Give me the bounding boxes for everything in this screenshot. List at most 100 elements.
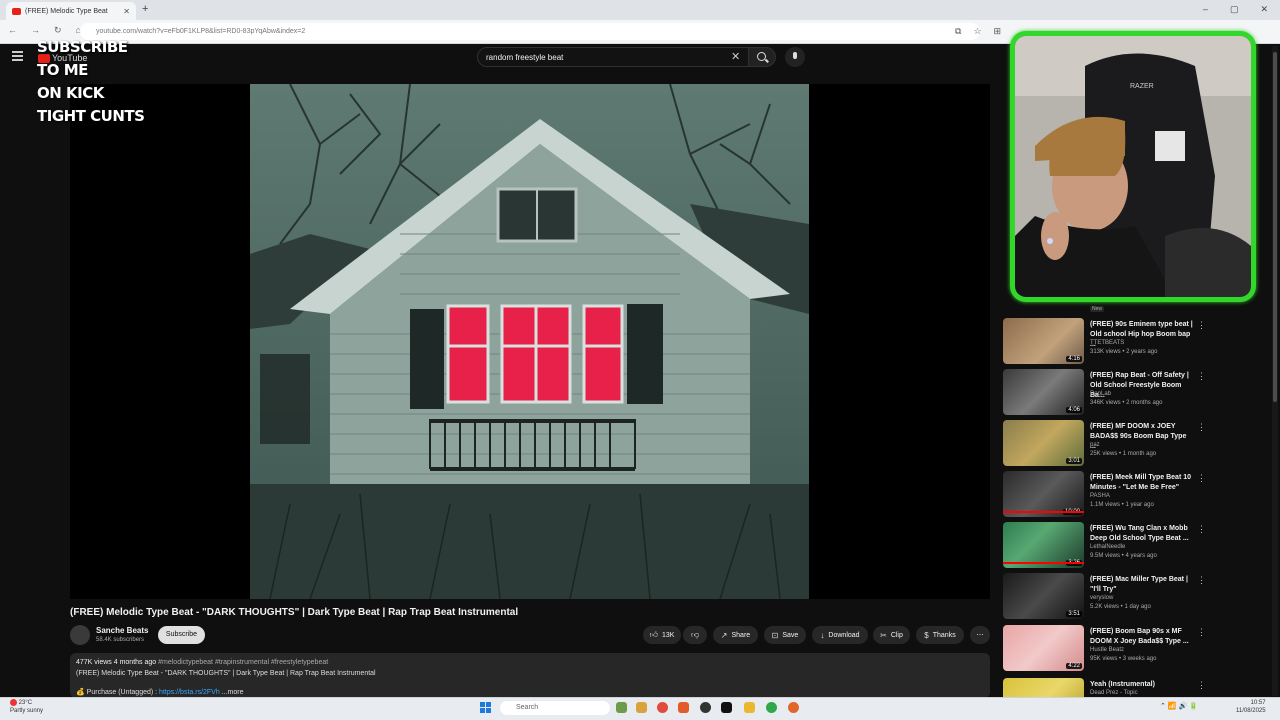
more-options-icon[interactable]: ⋮ [1197,371,1206,382]
recommended-video[interactable]: 4:16 (FREE) 90s Eminem type beat | Old s… [1003,318,1206,368]
video-frame[interactable] [250,84,809,599]
video-thumbnail[interactable]: 4:16 [1003,318,1084,364]
install-app-icon[interactable]: ⧉ [955,26,961,37]
channel-name[interactable]: LethalNeedle [1090,544,1125,550]
video-title[interactable]: (FREE) Meek Mill Type Beat 10 Minutes - … [1090,473,1194,493]
search-input[interactable]: random freestyle beat [477,47,749,67]
back-icon[interactable]: ← [8,25,17,36]
video-thumbnail[interactable]: 3:01 [1003,420,1084,466]
more-options-icon[interactable]: ⋮ [1197,680,1203,691]
thumbs-down-icon: 👎︎ [690,630,700,639]
recommended-video[interactable]: 3:01 (FREE) MF DOOM x JOEY BADA$$ 90s Bo… [1003,420,1206,470]
maximize-button[interactable]: ▢ [1230,4,1239,15]
overlay-line: TO ME [37,61,88,79]
start-button[interactable] [480,702,491,713]
folder-icon[interactable] [744,702,755,713]
video-thumbnail[interactable]: 4:22 [1003,625,1084,671]
file-explorer-icon[interactable] [636,702,647,713]
video-title[interactable]: (FREE) Boom Bap 90s x MF DOOM X Joey Bad… [1090,627,1194,647]
more-options-icon[interactable]: ⋮ [1197,524,1206,535]
voice-search-button[interactable] [785,47,805,67]
more-options-icon[interactable]: ⋮ [1197,627,1206,638]
channel-name[interactable]: Dead Prez - Topic [1090,690,1138,696]
hashtags[interactable]: #melodictypebeat #trapinstrumental #free… [158,659,328,666]
channel-name[interactable]: paz [1090,442,1100,448]
recommended-video[interactable]: Yeah (Instrumental) Dead Prez - Topic ⋮ [1003,678,1203,697]
minimize-button[interactable]: – [1203,4,1208,15]
thanks-button[interactable]: $ Thanks [916,626,964,644]
video-thumbnail[interactable]: 10:00 [1003,471,1084,517]
dislike-button[interactable]: 👎︎ [683,626,707,644]
video-duration: 4:06 [1066,407,1082,413]
subscribe-button[interactable]: Subscribe [158,626,205,644]
recommended-video[interactable]: 4:06 (FREE) Rap Beat - Off Safety | Old … [1003,369,1206,419]
clock[interactable]: 10:57 11/08/2025 [1236,699,1266,715]
reload-icon[interactable]: ↻ [54,25,62,36]
more-options-icon[interactable]: ⋮ [1197,473,1206,484]
scrollbar-thumb[interactable] [1273,52,1277,402]
more-actions-button[interactable]: ⋯ [970,626,990,644]
download-button[interactable]: ↓ Download [812,626,868,644]
more-options-icon[interactable]: ⋮ [1197,320,1206,331]
spotify-icon[interactable] [766,702,777,713]
recommended-video[interactable]: 3:51 (FREE) Mac Miller Type Beat | "I'll… [1003,573,1206,623]
date: 11/08/2025 [1236,708,1266,714]
subscriber-count: 58.4K subscribers [96,637,145,643]
weather-widget[interactable]: 23°C Partly sunny [10,699,43,715]
video-meta: 313K views • 2 years ago [1090,349,1158,355]
bookmark-star-icon[interactable]: ☆ [973,26,981,37]
recommended-video[interactable]: 4:22 (FREE) Boom Bap 90s x MF DOOM X Joe… [1003,625,1206,675]
video-title[interactable]: (FREE) Mac Miller Type Beat | "I'll Try" [1090,575,1194,595]
purchase-link[interactable]: https://bsta.rs/2FVh [159,689,220,696]
taskbar-app-icon[interactable] [616,702,627,713]
channel-name[interactable]: veryslow [1090,595,1113,601]
video-thumbnail[interactable]: 4:06 [1003,369,1084,415]
thanks-icon: $ [924,630,929,640]
video-thumbnail[interactable]: 3:51 [1003,573,1084,619]
recommended-video[interactable]: 3:26 (FREE) Wu Tang Clan x Mobb Deep Old… [1003,522,1206,572]
like-button[interactable]: 👍︎ 13K [643,626,681,644]
video-thumbnail[interactable] [1003,678,1084,697]
house-night-image [250,84,809,599]
brave-icon[interactable] [678,702,689,713]
channel-name[interactable]: TTETBEATS [1090,340,1124,346]
taskbar-search-input[interactable]: Search [500,701,610,715]
app-icon[interactable] [700,702,711,713]
channel-name[interactable]: RapLab [1090,391,1111,397]
clear-search-icon[interactable]: ✕ [731,50,740,63]
video-meta: 25K views • 1 month ago [1090,451,1157,457]
thanks-label: Thanks [932,631,956,639]
url-input[interactable]: youtube.com/watch?v=eFb0F1KLP8&list=RD0-… [80,23,980,40]
chrome-icon[interactable] [657,702,668,713]
forward-icon[interactable]: → [31,25,40,36]
extensions-icon[interactable]: ⊞ [994,26,1002,37]
save-button[interactable]: ⊡ Save [764,626,806,644]
more-options-icon[interactable]: ⋮ [1197,575,1206,586]
recommended-video[interactable]: 10:00 (FREE) Meek Mill Type Beat 10 Minu… [1003,471,1206,521]
system-tray[interactable]: ⌃ 📶 🔊 🔋 [1160,702,1198,710]
more-options-icon[interactable]: ⋮ [1197,422,1206,433]
search-button[interactable] [748,47,776,67]
svg-text:RAZER: RAZER [1130,83,1154,90]
tiktok-icon[interactable] [721,702,732,713]
views-and-date: 477K views 4 months ago [76,659,157,666]
channel-name[interactable]: PASHA [1090,493,1110,499]
video-thumbnail[interactable]: 3:26 [1003,522,1084,568]
obs-icon[interactable] [788,702,799,713]
channel-name[interactable]: Sanche Beats [96,626,148,635]
video-title[interactable]: (FREE) MF DOOM x JOEY BADA$$ 90s Boom Ba… [1090,422,1194,452]
browser-toolbar-icons: ⧉ ☆ ⊞ [955,26,1001,37]
share-button[interactable]: ↗ Share [713,626,758,644]
browser-tab[interactable]: (FREE) Melodic Type Beat ✕ [6,2,136,20]
close-window-button[interactable]: ✕ [1260,4,1268,15]
video-title[interactable]: Yeah (Instrumental) [1090,680,1194,690]
channel-avatar[interactable] [70,625,90,645]
new-tab-button[interactable]: + [142,3,148,15]
show-more-link[interactable]: ...more [222,689,244,696]
menu-icon[interactable] [12,51,23,61]
close-tab-icon[interactable]: ✕ [123,7,130,16]
channel-name[interactable]: Hustle Beatz [1090,647,1124,653]
clip-button[interactable]: ✂ Clip [873,626,910,644]
video-duration: 3:01 [1066,458,1082,464]
video-title[interactable]: (FREE) Wu Tang Clan x Mobb Deep Old Scho… [1090,524,1194,544]
